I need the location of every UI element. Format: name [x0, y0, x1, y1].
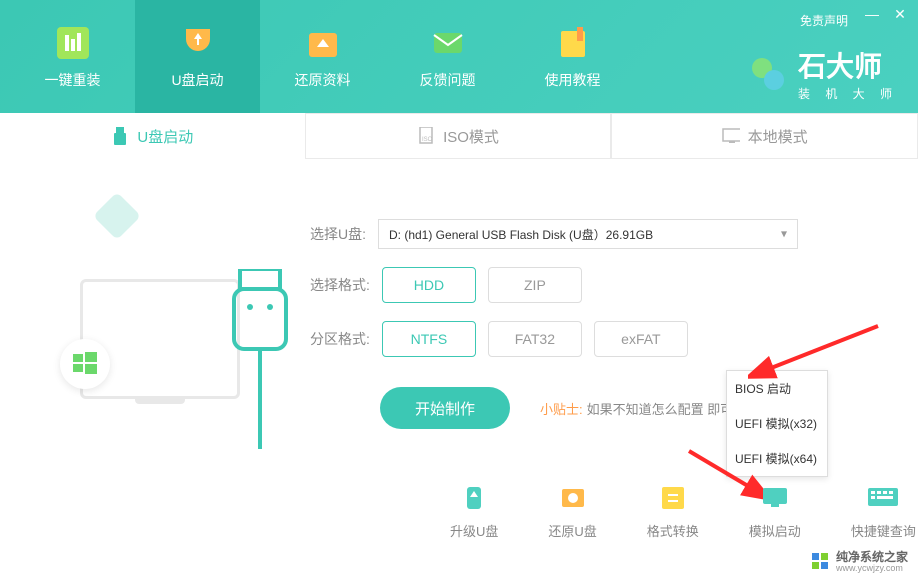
nav-label: 使用教程 — [545, 70, 601, 90]
nav-label: 还原资料 — [295, 70, 351, 90]
popup-item-bios[interactable]: BIOS 启动 — [727, 371, 827, 406]
brand-name: 石大师 — [798, 45, 898, 85]
tip-text: 如果不知道怎么配置 即可 — [587, 399, 734, 418]
illustration — [40, 189, 300, 489]
tool-convert[interactable]: 格式转换 — [647, 483, 699, 540]
diamond-decoration-icon — [93, 192, 141, 240]
usb-select-dropdown[interactable]: D: (hd1) General USB Flash Disk (U盘）26.9… — [378, 219, 798, 249]
tip-label: 小贴士: — [540, 399, 583, 418]
sub-tabs: U盘启动 ISO ISO模式 本地模式 — [0, 113, 918, 159]
format-option-hdd[interactable]: HDD — [382, 267, 476, 303]
usb-select-value: D: (hd1) General USB Flash Disk (U盘）26.9… — [389, 226, 653, 243]
tool-upgrade-usb[interactable]: 升级U盘 — [450, 483, 498, 540]
nav-restore[interactable]: 还原资料 — [260, 0, 385, 113]
convert-icon — [655, 483, 691, 513]
simulate-icon — [757, 483, 793, 513]
hotkey-icon — [865, 483, 901, 513]
brand: 石大师 装 机 大 师 — [748, 45, 898, 102]
minimize-button[interactable]: — — [864, 6, 880, 23]
format-label: 选择格式: — [310, 275, 370, 295]
popup-item-uefi-x32[interactable]: UEFI 模拟(x32) — [727, 406, 827, 441]
partition-option-exfat[interactable]: exFAT — [594, 321, 688, 357]
tool-simulate[interactable]: 模拟启动 — [749, 483, 801, 540]
upgrade-usb-icon — [456, 483, 492, 513]
bottom-tools: 升级U盘 还原U盘 格式转换 模拟启动 快捷键查询 — [450, 483, 916, 540]
nav-label: U盘启动 — [171, 70, 223, 90]
tab-label: U盘启动 — [137, 126, 193, 147]
brand-subtitle: 装 机 大 师 — [798, 85, 898, 102]
tab-label: 本地模式 — [748, 126, 808, 147]
tab-usb-boot[interactable]: U盘启动 — [0, 113, 305, 159]
restore-usb-icon — [555, 483, 591, 513]
iso-icon: ISO — [417, 127, 435, 145]
watermark-logo-icon — [812, 553, 830, 571]
usb-select-label: 选择U盘: — [310, 224, 366, 244]
close-button[interactable]: ✕ — [892, 6, 908, 23]
reinstall-icon — [54, 24, 92, 62]
svg-text:ISO: ISO — [422, 137, 433, 143]
tool-restore-usb[interactable]: 还原U盘 — [548, 483, 596, 540]
nav-usb-boot[interactable]: U盘启动 — [135, 0, 260, 113]
watermark: 纯净系统之家 www.ycwjzy.com — [812, 551, 908, 574]
disclaimer-link[interactable]: 免责声明 — [800, 12, 848, 29]
partition-label: 分区格式: — [310, 329, 370, 349]
header-bar: 一键重装 U盘启动 还原资料 反馈问题 使用教程 免责声明 — ✕ 石大师 — [0, 0, 918, 113]
partition-option-fat32[interactable]: FAT32 — [488, 321, 582, 357]
nav-label: 一键重装 — [45, 70, 101, 90]
tool-label: 格式转换 — [647, 521, 699, 540]
nav-label: 反馈问题 — [420, 70, 476, 90]
restore-icon — [304, 24, 342, 62]
start-create-button[interactable]: 开始制作 — [380, 387, 510, 429]
popup-item-uefi-x64[interactable]: UEFI 模拟(x64) — [727, 441, 827, 476]
tool-label: 快捷键查询 — [851, 521, 916, 540]
nav-feedback[interactable]: 反馈问题 — [385, 0, 510, 113]
tool-hotkey[interactable]: 快捷键查询 — [851, 483, 916, 540]
usb-boot-icon — [179, 24, 217, 62]
tab-local-mode[interactable]: 本地模式 — [611, 113, 918, 159]
usb-icon — [111, 127, 129, 145]
window-controls: — ✕ — [864, 6, 908, 23]
partition-option-ntfs[interactable]: NTFS — [382, 321, 476, 357]
tab-iso-mode[interactable]: ISO ISO模式 — [305, 113, 612, 159]
brand-logo-icon — [748, 54, 788, 94]
format-option-zip[interactable]: ZIP — [488, 267, 582, 303]
tool-label: 模拟启动 — [749, 521, 801, 540]
boot-mode-popup: BIOS 启动 UEFI 模拟(x32) UEFI 模拟(x64) — [726, 370, 828, 477]
tutorial-icon — [554, 24, 592, 62]
tip-row: 小贴士: 如果不知道怎么配置 即可 — [540, 399, 733, 418]
nav-reinstall[interactable]: 一键重装 — [10, 0, 135, 113]
tab-label: ISO模式 — [443, 126, 499, 147]
feedback-icon — [429, 24, 467, 62]
usb-cable-icon — [220, 269, 300, 454]
local-icon — [722, 127, 740, 145]
tool-label: 升级U盘 — [450, 521, 498, 540]
monitor-icon — [80, 279, 240, 399]
windows-logo-icon — [60, 339, 110, 389]
watermark-url: www.ycwjzy.com — [836, 564, 908, 574]
tool-label: 还原U盘 — [548, 521, 596, 540]
nav-tutorial[interactable]: 使用教程 — [510, 0, 635, 113]
